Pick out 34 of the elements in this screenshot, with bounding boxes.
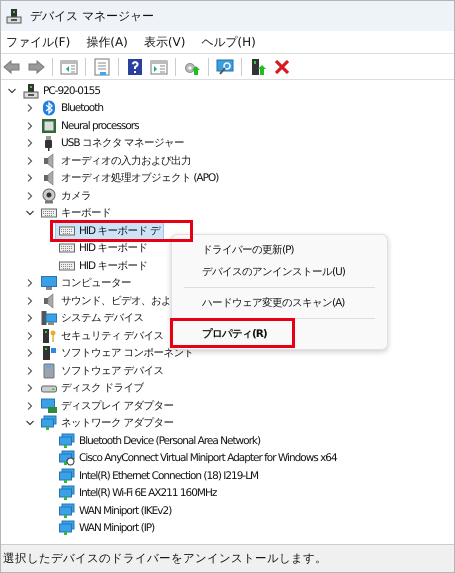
menu-item[interactable]: デバイスのアンインストール(U): [172, 261, 387, 283]
menu-item[interactable]: ヘルプ(H): [201, 34, 256, 50]
tree-item[interactable]: システム デバイス: [37, 309, 148, 328]
window-title: デバイス マネージャー: [30, 8, 154, 24]
tree-item[interactable]: オーディオの入力および出力: [37, 152, 195, 170]
tree-item[interactable]: Cisco AnyConnect Virtual Miniport Adapter for Windows x64: [55, 449, 341, 468]
tree-item[interactable]: カメラ: [37, 186, 95, 205]
tree-item[interactable]: コンピューター: [37, 274, 135, 292]
tree-item[interactable]: HID キーボード: [55, 256, 152, 275]
menu-item[interactable]: ドライバーの更新(P): [172, 239, 387, 261]
tree-item[interactable]: USB コネクタ マネージャー: [37, 134, 188, 152]
tree-item[interactable]: ディスプレイ アダプター: [37, 396, 178, 415]
tree-item[interactable]: オーディオ処理オブジェクト (APO): [37, 169, 222, 188]
tree-item[interactable]: WAN Miniport (IKEv2): [55, 502, 176, 520]
tree-item[interactable]: PC-920-0155: [19, 82, 104, 100]
menu-item[interactable]: 表示(V): [144, 34, 186, 50]
tree-item[interactable]: セキュリティ デバイス: [37, 326, 168, 345]
menu-item[interactable]: 操作(A): [86, 34, 128, 50]
tree-item[interactable]: Neural processors: [37, 116, 143, 135]
tree-item[interactable]: WAN Miniport (IP): [55, 519, 158, 538]
tree-item[interactable]: HID キーボード: [55, 239, 152, 258]
tree-item[interactable]: Intel(R) Ethernet Connection (18) I219-LM: [55, 466, 262, 485]
tree-item[interactable]: ソフトウェア デバイス: [37, 362, 168, 380]
menu-item[interactable]: ハードウェア変更のスキャン(A): [172, 292, 387, 314]
menu-item[interactable]: プロパティ(R): [172, 323, 387, 345]
tree-item[interactable]: Bluetooth: [37, 99, 107, 118]
tree-item[interactable]: キーボード: [37, 204, 115, 222]
menu-item[interactable]: ファイル(F): [6, 34, 70, 50]
tree-item[interactable]: サウンド、ビデオ、およ: [37, 292, 175, 310]
tree-item[interactable]: ネットワーク アダプター: [37, 414, 178, 432]
tree-item[interactable]: ディスク ドライブ: [37, 379, 148, 398]
tree-item[interactable]: Bluetooth Device (Personal Area Network): [55, 432, 264, 450]
status-text: 選択したデバイスのドライバーをアンインストールします。: [3, 551, 327, 566]
tree-item[interactable]: Intel(R) Wi-Fi 6E AX211 160MHz: [55, 484, 220, 502]
